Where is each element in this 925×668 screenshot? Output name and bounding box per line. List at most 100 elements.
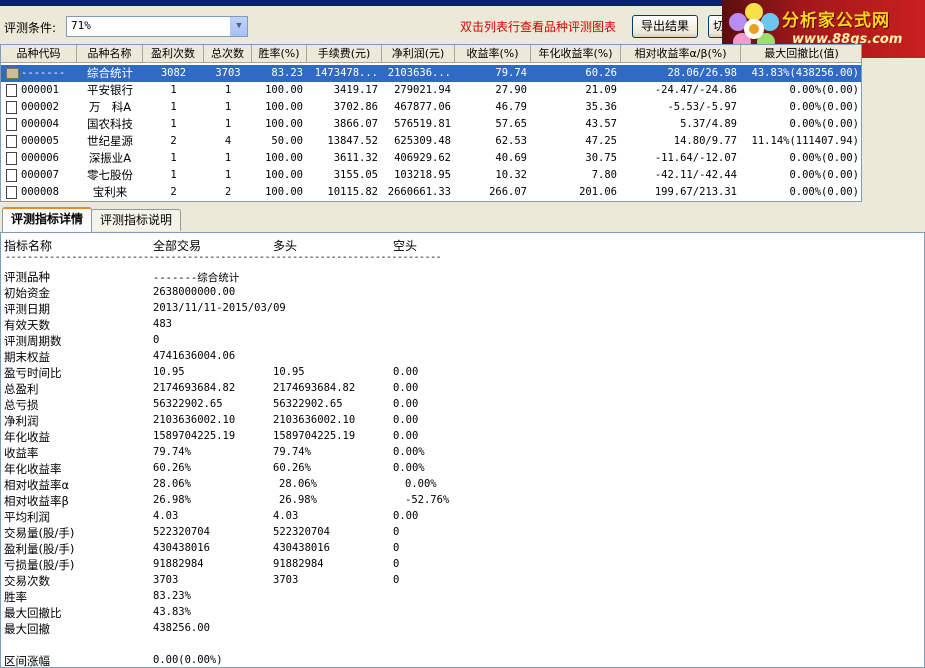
detail-label: 相对收益率β (4, 494, 69, 508)
document-icon (6, 152, 17, 165)
cell-winrate: 100.00 (265, 186, 303, 198)
detail-row: 最大回撤 438256.00 (1, 621, 924, 637)
cell-yield: 62.53 (495, 135, 527, 147)
cell-total: 1 (224, 169, 232, 181)
column-header[interactable]: 收益率(%) (455, 45, 531, 63)
detail-short: 0.00 (393, 430, 419, 442)
detail-all: 83.23% (153, 590, 191, 602)
column-header[interactable]: 胜率(%) (252, 45, 307, 63)
cell-drawdown: 0.00%(0.00) (789, 101, 859, 113)
table-row[interactable]: ------- 综合统计 3082 3703 83.23 1473478... … (1, 65, 861, 82)
column-header[interactable]: 品种名称 (77, 45, 143, 63)
detail-header-name: 指标名称 (4, 239, 53, 253)
column-header[interactable]: 手续费(元) (307, 45, 382, 63)
cell-drawdown: 0.00%(0.00) (789, 152, 859, 164)
detail-long: 4.03 (273, 510, 299, 522)
cell-total: 1 (224, 84, 232, 96)
cell-profit: 279021.94 (394, 84, 451, 96)
cell-annual: 60.26 (585, 67, 617, 79)
detail-label: 交易次数 (4, 574, 50, 588)
cell-annual: 43.57 (585, 118, 617, 130)
detail-label: 平均利润 (4, 510, 50, 524)
cell-yield: 266.07 (489, 186, 527, 198)
tab-indicator-details[interactable]: 评测指标详情 (2, 207, 93, 233)
cell-profit: 406929.62 (394, 152, 451, 164)
cell-name: 宝利来 (92, 185, 128, 199)
detail-row: 交易次数 3703 3703 0 (1, 573, 924, 589)
column-header[interactable]: 总次数 (204, 45, 252, 63)
detail-long: 60.26% (273, 462, 311, 474)
detail-row: 净利润 2103636002.10 2103636002.10 0.00 (1, 413, 924, 429)
column-header[interactable]: 净利润(元) (382, 45, 455, 63)
detail-panel: 指标名称 全部交易 多头 空头 ------------------------… (0, 232, 925, 668)
detail-label: 有效天数 (4, 318, 50, 332)
detail-long: 79.74% (273, 446, 311, 458)
chevron-down-icon[interactable]: ▼ (230, 17, 247, 36)
column-header[interactable]: 相对收益率α/β(%) (621, 45, 741, 63)
detail-row: 盈利量(股/手) 430438016 430438016 0 (1, 541, 924, 557)
detail-row: 评测周期数 0 (1, 333, 924, 349)
cell-wins: 3082 (160, 67, 187, 79)
column-header[interactable]: 品种代码 (1, 45, 77, 63)
detail-short: 0 (393, 558, 400, 570)
cell-winrate: 83.23 (271, 67, 303, 79)
detail-all: 522320704 (153, 526, 210, 538)
detail-label: 收益率 (4, 446, 39, 460)
detail-row: 有效天数 483 (1, 317, 924, 333)
cell-code: ------- (21, 67, 66, 79)
cell-wins: 1 (170, 118, 177, 130)
cell-name: 世纪星源 (87, 134, 133, 148)
detail-all: 1589704225.19 (153, 430, 236, 442)
cell-profit: 576519.81 (394, 118, 451, 130)
cell-winrate: 50.00 (271, 135, 303, 147)
detail-all: 0 (153, 334, 160, 346)
cell-relative: 28.06/26.98 (667, 67, 737, 79)
detail-label: 初始资金 (4, 286, 50, 300)
table-row[interactable]: 000006 深振业A 1 1 100.00 3611.32 406929.62… (1, 150, 861, 167)
detail-label: 评测品种 (4, 270, 50, 284)
document-icon (6, 135, 17, 148)
cell-wins: 2 (170, 135, 177, 147)
detail-row: 评测日期 2013/11/11-2015/03/09 (1, 301, 924, 317)
detail-all: 2103636002.10 (153, 414, 236, 426)
cell-total: 3703 (215, 67, 241, 79)
column-header[interactable]: 盈利次数 (143, 45, 204, 63)
table-row[interactable]: 000001 平安银行 1 1 100.00 3419.17 279021.94… (1, 82, 861, 99)
cell-profit: 2103636... (387, 67, 451, 79)
cell-annual: 35.36 (585, 101, 617, 113)
column-header[interactable]: 年化收益率(%) (531, 45, 621, 63)
table-row[interactable]: 000004 国农科技 1 1 100.00 3866.07 576519.81… (1, 116, 861, 133)
detail-all: 4741636004.06 (153, 350, 236, 362)
cell-winrate: 100.00 (265, 169, 303, 181)
detail-all: 60.26% (153, 462, 191, 474)
detail-row: 最大回撤比 43.83% (1, 605, 924, 621)
table-row[interactable]: 000007 零七股份 1 1 100.00 3155.05 103218.95… (1, 167, 861, 184)
detail-all: 2638000000.00 (153, 286, 236, 298)
cell-drawdown: 11.14%(111407.94) (751, 135, 859, 147)
condition-select[interactable]: 71% ▼ (66, 16, 248, 37)
detail-long: 1589704225.19 (273, 430, 356, 442)
summary-icon (6, 68, 19, 79)
tab-indicator-description[interactable]: 评测指标说明 (91, 209, 182, 231)
detail-row: 总盈利 2174693684.82 2174693684.82 0.00 (1, 381, 924, 397)
detail-label: 胜率 (4, 590, 27, 604)
tab-bar: 评测指标详情 评测指标说明 (0, 207, 925, 233)
cell-yield: 10.32 (495, 169, 527, 181)
detail-long: 522320704 (273, 526, 330, 538)
detail-row: 年化收益 1589704225.19 1589704225.19 0.00 (1, 429, 924, 445)
detail-all: 26.98% (153, 494, 191, 506)
document-icon (6, 118, 17, 131)
detail-short: 0.00% (393, 446, 425, 458)
detail-header-all: 全部交易 (153, 239, 202, 253)
table-row[interactable]: 000005 世纪星源 2 4 50.00 13847.52 625309.48… (1, 133, 861, 150)
table-row[interactable]: 000008 宝利来 2 2 100.00 10115.82 2660661.3… (1, 184, 861, 201)
document-icon (6, 84, 17, 97)
export-button[interactable]: 导出结果 (632, 15, 698, 38)
cell-profit: 625309.48 (394, 135, 451, 147)
table-row[interactable]: 000002 万 科A 1 1 100.00 3702.86 467877.06… (1, 99, 861, 116)
column-header[interactable]: 最大回撤比(值) (741, 45, 861, 63)
cell-winrate: 100.00 (265, 84, 303, 96)
hint-text: 双击列表行查看品种评测图表 (460, 20, 617, 34)
detail-all: -------综合统计 (153, 272, 240, 284)
detail-label: 年化收益 (4, 430, 50, 444)
